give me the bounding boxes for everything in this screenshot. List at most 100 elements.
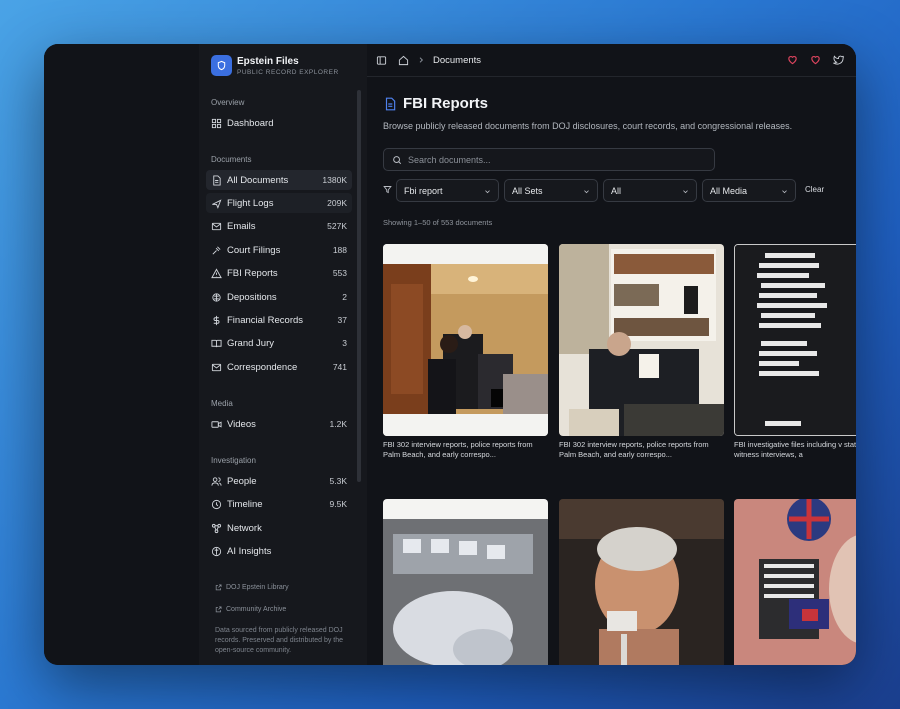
sidebar-item-label: People (227, 475, 257, 487)
filter-media-select[interactable]: All Media (702, 179, 796, 202)
sidebar-item-people[interactable]: People 5.3K (206, 471, 352, 491)
sidebar-item-label: Dashboard (227, 117, 274, 129)
document-thumbnail[interactable] (734, 244, 856, 436)
sidebar-item-grand-jury[interactable]: Grand Jury 3 (206, 333, 352, 353)
sidebar-item-financial-records[interactable]: Financial Records 37 (206, 310, 352, 330)
mail-icon (211, 222, 222, 230)
filter-all-select[interactable]: All (603, 179, 697, 202)
section-media: Media (211, 399, 233, 408)
sidebar-item-count: 3 (342, 338, 347, 348)
footer-note: Data sourced from publicly released DOJ … (215, 627, 344, 654)
sidebar-item-court-filings[interactable]: Court Filings 188 (206, 240, 352, 260)
brand[interactable]: Epstein Files PUBLIC RECORD EXPLORER (211, 55, 339, 76)
sidebar-item-count: 2 (342, 292, 347, 302)
plane-icon (212, 198, 222, 209)
users-icon (211, 476, 222, 486)
sidebar-item-label: Court Filings (227, 244, 281, 256)
sidebar-item-label: FBI Reports (227, 267, 278, 279)
sidebar-scrollbar[interactable] (357, 90, 361, 482)
dollar-icon (213, 315, 220, 325)
external-link-icon (215, 606, 222, 613)
photo-thumbnail (734, 499, 856, 665)
document-card[interactable]: FBI investigative files including v stat… (734, 244, 856, 460)
sidebar-item-label: Depositions (227, 291, 277, 303)
chevron-down-icon (683, 190, 688, 194)
document-caption: FBI investigative files including v stat… (734, 440, 856, 459)
sidebar-toggle-icon[interactable] (376, 55, 387, 66)
filter-icon (383, 186, 392, 194)
sidebar-item-count: 5.3K (329, 476, 348, 486)
section-investigation: Investigation (211, 456, 256, 465)
chevron-down-icon (485, 190, 490, 194)
page-description: Browse publicly released documents from … (383, 121, 793, 131)
chevron-right-icon (419, 57, 424, 63)
external-link-icon (215, 584, 222, 591)
document-card[interactable]: FBI 302 interview reports, police report… (559, 244, 724, 460)
heart-icon[interactable] (810, 54, 821, 65)
document-icon (385, 97, 396, 110)
sidebar-item-emails[interactable]: Emails 527K (206, 216, 352, 236)
sidebar-item-count: 741 (332, 362, 347, 372)
select-value: All Media (710, 185, 748, 196)
twitter-icon[interactable] (833, 54, 844, 65)
sidebar-item-timeline[interactable]: Timeline 9.5K (206, 494, 352, 514)
page-title: FBI Reports (383, 95, 488, 112)
sidebar-item-count: 527K (327, 221, 347, 231)
sidebar-item-label: All Documents (227, 174, 289, 186)
select-value: Fbi report (404, 185, 443, 196)
footer-link-community-archive[interactable]: Community Archive (215, 606, 286, 613)
footer-link-doj-library[interactable]: DOJ Epstein Library (215, 584, 289, 591)
sidebar-item-count: 37 (337, 315, 347, 325)
home-icon[interactable] (398, 55, 409, 66)
clear-filters-button[interactable]: Clear (805, 185, 824, 194)
sidebar-item-count: 9.5K (329, 499, 348, 509)
document-card[interactable] (383, 499, 548, 665)
document-card[interactable] (734, 499, 856, 665)
document-thumbnail[interactable] (559, 499, 724, 665)
chevron-down-icon (782, 190, 787, 194)
brand-title: Epstein Files (237, 55, 299, 67)
shield-logo-icon (211, 55, 232, 76)
search-input[interactable] (408, 154, 698, 165)
page-title-text: FBI Reports (403, 95, 489, 112)
document-card[interactable]: FBI 302 interview reports, police report… (383, 244, 548, 460)
sidebar-item-flight-logs[interactable]: Flight Logs 209K (206, 193, 352, 213)
topbar: Documents (367, 44, 856, 77)
photo-thumbnail (559, 244, 724, 436)
document-card[interactable] (559, 499, 724, 665)
dashboard-icon (211, 118, 222, 128)
document-thumbnail[interactable] (383, 499, 548, 665)
sidebar-item-label: Financial Records (227, 314, 304, 326)
sidebar-item-fbi-reports[interactable]: FBI Reports 553 (206, 263, 352, 283)
clock-icon (211, 499, 222, 509)
sidebar-item-network[interactable]: Network (206, 518, 352, 538)
sidebar-item-count: 209K (327, 198, 347, 208)
sidebar-item-count: 1380K (322, 175, 347, 185)
brain-icon (212, 292, 221, 302)
envelope-icon (211, 363, 222, 371)
document-caption: FBI 302 interview reports, police report… (559, 440, 709, 459)
document-thumbnail[interactable] (734, 499, 856, 665)
video-icon (211, 420, 222, 428)
breadcrumb-current[interactable]: Documents (433, 55, 481, 66)
sidebar-item-label: Timeline (227, 498, 263, 510)
sidebar-item-all-documents[interactable]: All Documents 1380K (206, 170, 352, 190)
footer-link-label: DOJ Epstein Library (226, 584, 289, 591)
filter-type-select[interactable]: Fbi report (396, 179, 499, 202)
sidebar-item-depositions[interactable]: Depositions 2 (206, 287, 352, 307)
photo-thumbnail (383, 244, 548, 436)
sidebar-item-dashboard[interactable]: Dashboard (206, 113, 352, 133)
document-thumbnail[interactable] (559, 244, 724, 436)
document-thumbnail[interactable] (383, 244, 548, 436)
sidebar-item-correspondence[interactable]: Correspondence 741 (206, 357, 352, 377)
main-content: Documents FBI Reports Browse publicly re… (367, 44, 856, 665)
sidebar: Epstein Files PUBLIC RECORD EXPLORER Ove… (199, 44, 367, 665)
sidebar-item-count: 1.2K (329, 419, 348, 429)
heart-icon[interactable] (787, 54, 798, 65)
sidebar-item-label: AI Insights (227, 545, 272, 557)
book-icon (211, 339, 222, 347)
sidebar-item-label: Videos (227, 418, 256, 430)
filter-sets-select[interactable]: All Sets (504, 179, 598, 202)
sidebar-item-videos[interactable]: Videos 1.2K (206, 414, 352, 434)
sidebar-item-ai-insights[interactable]: AI Insights (206, 541, 352, 561)
